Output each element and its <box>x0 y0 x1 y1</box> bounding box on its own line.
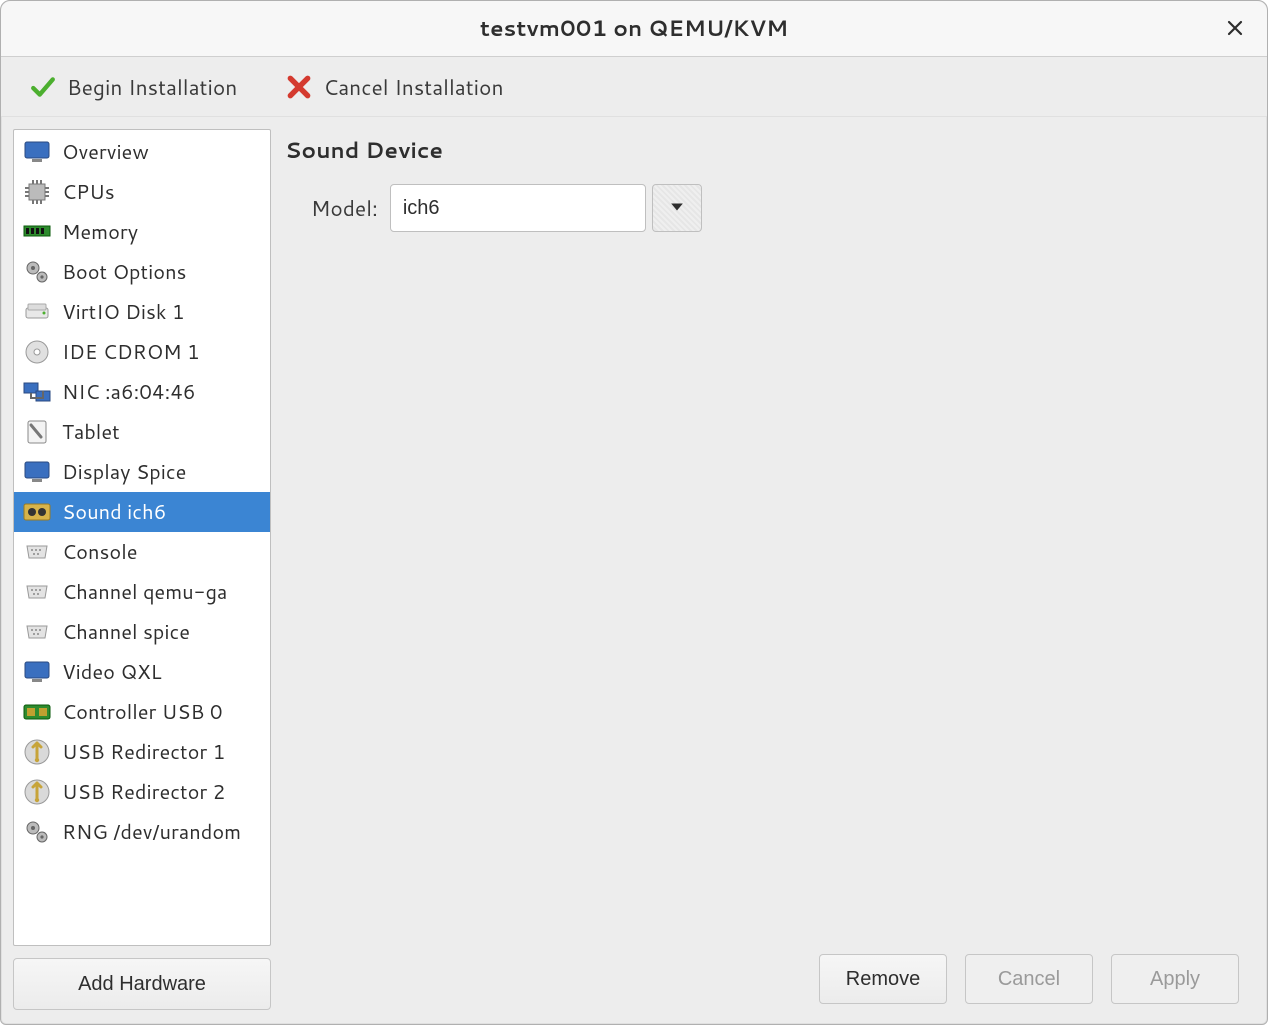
sidebar-item-label: Boot Options <box>62 258 186 286</box>
model-dropdown-button[interactable] <box>652 184 702 232</box>
monitor-icon <box>22 457 52 487</box>
sidebar-item-rng-dev-urandom[interactable]: RNG /dev/urandom <box>14 812 270 852</box>
nic-icon <box>22 377 52 407</box>
sidebar-item-display-spice[interactable]: Display Spice <box>14 452 270 492</box>
sidebar-item-memory[interactable]: Memory <box>14 212 270 252</box>
sidebar-item-channel-qemu-ga[interactable]: Channel qemu-ga <box>14 572 270 612</box>
tablet-icon <box>22 417 52 447</box>
gears-icon <box>22 257 52 287</box>
sidebar-item-virtio-disk-1[interactable]: VirtIO Disk 1 <box>14 292 270 332</box>
sidebar-item-label: Console <box>62 538 138 566</box>
serial-icon <box>22 577 52 607</box>
sidebar-item-label: Display Spice <box>62 458 186 486</box>
sidebar-item-label: Overview <box>62 138 149 166</box>
sidebar-item-label: IDE CDROM 1 <box>62 338 200 366</box>
details-panel: Sound Device Model: Remove Cancel Apply <box>285 129 1255 1024</box>
sidebar-item-label: RNG /dev/urandom <box>62 818 241 846</box>
apply-button[interactable]: Apply <box>1111 954 1239 1004</box>
model-row: Model: <box>311 184 1255 232</box>
sound-icon <box>22 497 52 527</box>
cancel-installation-label: Cancel Installation <box>323 72 503 102</box>
usb-redir-icon <box>22 777 52 807</box>
cancel-button[interactable]: Cancel <box>965 954 1093 1004</box>
model-combo <box>390 184 702 232</box>
model-label: Model: <box>311 193 378 223</box>
details-heading: Sound Device <box>285 135 1255 166</box>
sidebar-item-cpus[interactable]: CPUs <box>14 172 270 212</box>
sidebar-item-video-qxl[interactable]: Video QXL <box>14 652 270 692</box>
add-hardware-button[interactable]: Add Hardware <box>13 958 271 1010</box>
sidebar-item-boot-options[interactable]: Boot Options <box>14 252 270 292</box>
sidebar-item-sound-ich6[interactable]: Sound ich6 <box>14 492 270 532</box>
window-title: testvm001 on QEMU/KVM <box>480 13 788 44</box>
hardware-sidebar[interactable]: Overview CPUs Memory Boot Options VirtIO Dis… <box>13 129 271 946</box>
chevron-down-icon <box>670 197 684 220</box>
left-column: Overview CPUs Memory Boot Options VirtIO Dis… <box>13 129 271 1024</box>
sidebar-item-usb-redirector-1[interactable]: USB Redirector 1 <box>14 732 270 772</box>
sidebar-item-label: Channel qemu-ga <box>62 578 227 606</box>
cancel-icon <box>285 73 313 101</box>
sidebar-item-channel-spice[interactable]: Channel spice <box>14 612 270 652</box>
usb-redir-icon <box>22 737 52 767</box>
body: Overview CPUs Memory Boot Options VirtIO Dis… <box>1 117 1267 1024</box>
monitor-icon <box>22 657 52 687</box>
footer-buttons: Remove Cancel Apply <box>285 948 1255 1024</box>
cpu-icon <box>22 177 52 207</box>
sidebar-item-label: USB Redirector 1 <box>62 738 225 766</box>
sidebar-item-label: USB Redirector 2 <box>62 778 225 806</box>
titlebar: testvm001 on QEMU/KVM <box>1 1 1267 57</box>
sidebar-item-ide-cdrom-1[interactable]: IDE CDROM 1 <box>14 332 270 372</box>
sidebar-item-label: Video QXL <box>62 658 162 686</box>
sidebar-item-label: Sound ich6 <box>62 498 166 526</box>
gears-icon <box>22 817 52 847</box>
usb-icon <box>22 697 52 727</box>
sidebar-item-label: NIC :a6:04:46 <box>62 378 196 406</box>
check-icon <box>29 73 57 101</box>
sidebar-item-label: Controller USB 0 <box>62 698 223 726</box>
monitor-icon <box>22 137 52 167</box>
sidebar-item-nic-a6-04-46[interactable]: NIC :a6:04:46 <box>14 372 270 412</box>
sidebar-item-label: Tablet <box>62 418 120 446</box>
sidebar-item-console[interactable]: Console <box>14 532 270 572</box>
sidebar-item-overview[interactable]: Overview <box>14 132 270 172</box>
vm-config-window: testvm001 on QEMU/KVM Begin Installation… <box>0 0 1268 1025</box>
memory-icon <box>22 217 52 247</box>
sidebar-item-usb-redirector-2[interactable]: USB Redirector 2 <box>14 772 270 812</box>
close-icon <box>1227 13 1243 44</box>
remove-button[interactable]: Remove <box>819 954 947 1004</box>
begin-installation-button[interactable]: Begin Installation <box>19 66 247 108</box>
toolbar: Begin Installation Cancel Installation <box>1 57 1267 117</box>
close-button[interactable] <box>1221 15 1249 43</box>
sidebar-item-tablet[interactable]: Tablet <box>14 412 270 452</box>
begin-installation-label: Begin Installation <box>67 72 237 102</box>
cdrom-icon <box>22 337 52 367</box>
sidebar-item-controller-usb-0[interactable]: Controller USB 0 <box>14 692 270 732</box>
cancel-installation-button[interactable]: Cancel Installation <box>275 66 513 108</box>
disk-icon <box>22 297 52 327</box>
sidebar-item-label: Channel spice <box>62 618 190 646</box>
sidebar-item-label: Memory <box>62 218 138 246</box>
model-input[interactable] <box>390 184 646 232</box>
serial-icon <box>22 617 52 647</box>
sidebar-item-label: VirtIO Disk 1 <box>62 298 185 326</box>
serial-icon <box>22 537 52 567</box>
sidebar-item-label: CPUs <box>62 178 115 206</box>
